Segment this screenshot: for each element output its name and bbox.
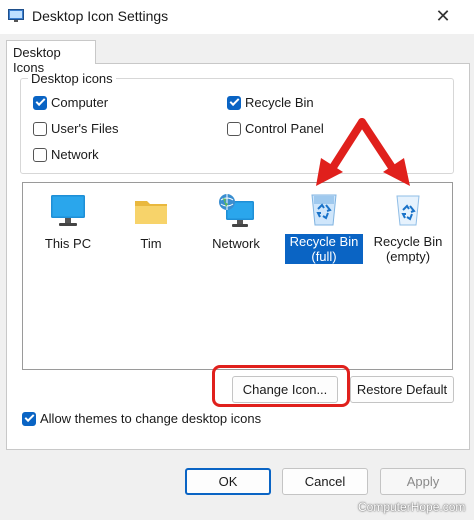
checkbox-allow-themes-box[interactable]: [22, 411, 36, 426]
checkbox-control-panel[interactable]: Control Panel: [227, 121, 324, 136]
restore-default-button[interactable]: Restore Default: [350, 376, 454, 403]
checkbox-computer-label: Computer: [51, 95, 109, 110]
icon-item-this-pc[interactable]: This PC: [29, 193, 107, 251]
recycle-bin-empty-icon: [396, 195, 420, 226]
apply-button[interactable]: Apply: [380, 468, 466, 495]
icon-item-network[interactable]: Network: [197, 193, 275, 251]
checkbox-computer[interactable]: Computer: [33, 95, 108, 110]
folder-icon: [135, 201, 167, 224]
icon-list[interactable]: This PC Tim Network Recycle Bin (full) R…: [22, 182, 453, 370]
desktop-settings-icon: [8, 9, 24, 22]
tab-desktop-icons[interactable]: Desktop Icons: [6, 40, 96, 75]
checkbox-users-files-label: User's Files: [51, 121, 119, 136]
checkbox-users-files[interactable]: User's Files: [33, 121, 119, 136]
icon-label-recycle-bin-full-line1: Recycle Bin: [289, 234, 359, 249]
checkbox-control-panel-box[interactable]: [227, 121, 241, 136]
checkbox-network-label: Network: [51, 147, 99, 162]
network-icon: [219, 194, 254, 227]
checkbox-allow-themes[interactable]: Allow themes to change desktop icons: [22, 411, 261, 426]
icon-item-recycle-bin-empty[interactable]: Recycle Bin (empty): [369, 191, 447, 264]
ok-button[interactable]: OK: [185, 468, 271, 495]
icon-item-recycle-bin-full[interactable]: Recycle Bin (full): [285, 191, 363, 264]
icon-label-recycle-bin-full-line2: (full): [311, 249, 337, 264]
checkbox-control-panel-label: Control Panel: [245, 121, 324, 136]
checkbox-network-box[interactable]: [33, 147, 47, 162]
title-bar: Desktop Icon Settings ✕: [0, 0, 474, 34]
checkbox-recycle-bin[interactable]: Recycle Bin: [227, 95, 314, 110]
icon-label-recycle-bin-empty-line1: Recycle Bin: [373, 234, 443, 249]
icon-label-network: Network: [212, 236, 260, 251]
annotation-highlight-box: [212, 365, 350, 407]
icon-label-recycle-bin-empty: Recycle Bin (empty): [369, 234, 447, 264]
watermark-text: ComputerHope.com: [358, 500, 466, 514]
checkbox-recycle-bin-label: Recycle Bin: [245, 95, 314, 110]
icon-item-tim[interactable]: Tim: [112, 193, 190, 251]
icon-label-tim: Tim: [140, 236, 162, 251]
icon-label-this-pc: This PC: [44, 236, 92, 251]
checkbox-network[interactable]: Network: [33, 147, 99, 162]
window-title: Desktop Icon Settings: [32, 8, 169, 24]
monitor-icon: [51, 195, 85, 226]
checkbox-computer-box[interactable]: [33, 95, 47, 110]
checkbox-users-files-box[interactable]: [33, 121, 47, 136]
recycle-bin-full-icon: [311, 194, 337, 226]
checkbox-recycle-bin-box[interactable]: [227, 95, 241, 110]
close-button[interactable]: ✕: [426, 3, 460, 29]
icon-label-recycle-bin-full: Recycle Bin (full): [285, 234, 363, 264]
icon-label-recycle-bin-empty-line2: (empty): [385, 249, 431, 264]
cancel-button[interactable]: Cancel: [282, 468, 368, 495]
checkbox-allow-themes-label: Allow themes to change desktop icons: [40, 411, 262, 426]
